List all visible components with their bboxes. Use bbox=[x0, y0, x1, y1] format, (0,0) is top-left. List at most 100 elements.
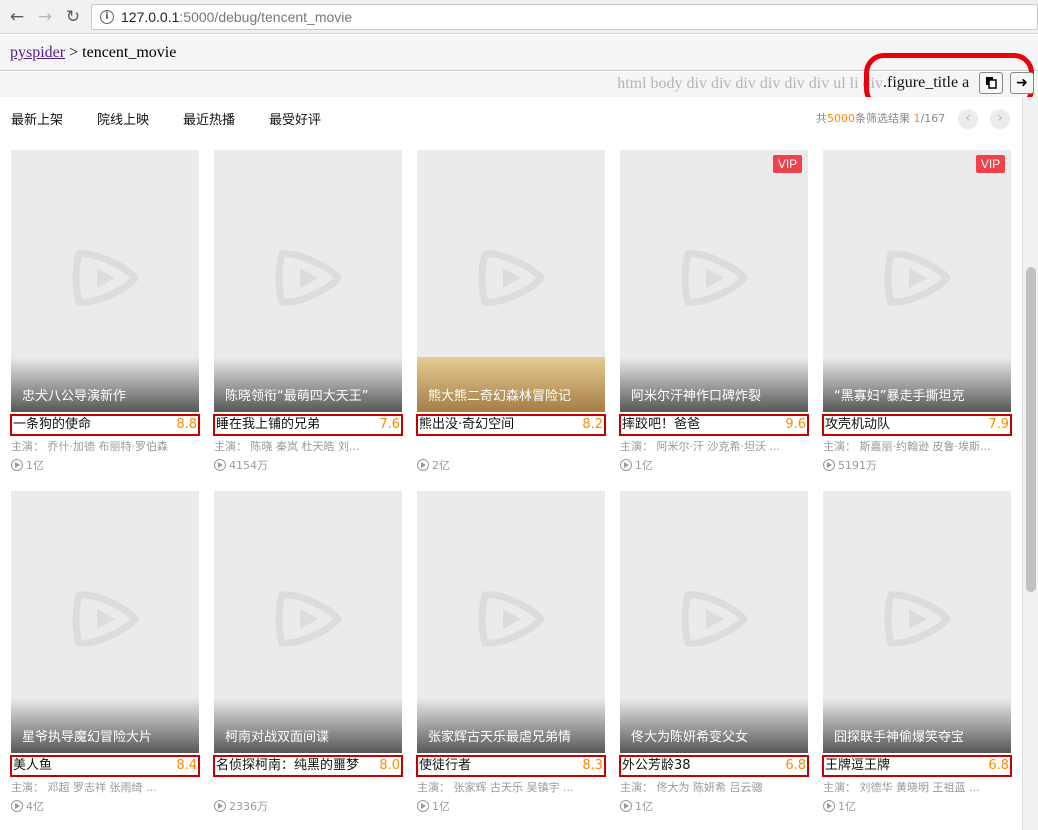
movie-card[interactable]: 忠犬八公导演新作一条狗的使命 8.8 主演： 乔什·加德 布丽特·罗伯森 1亿 bbox=[10, 150, 200, 473]
figure-title[interactable]: 王牌逗王牌 6.8 bbox=[822, 755, 1012, 777]
poster-caption: 囧探联手神偷爆笑夺宝 bbox=[823, 698, 1011, 753]
movie-cast: 主演： 佟大为 陈妍希 吕云骢 bbox=[620, 781, 763, 794]
movie-title[interactable]: 王牌逗王牌 bbox=[825, 758, 890, 773]
chevron-right-icon: › bbox=[997, 110, 1003, 126]
vip-badge: VIP bbox=[976, 155, 1005, 173]
poster-caption: 星爷执导魔幻冒险大片 bbox=[11, 698, 199, 753]
tab-in-theaters[interactable]: 院线上映 bbox=[97, 109, 149, 128]
figure-title[interactable]: 睡在我上铺的兄弟 7.6 bbox=[213, 414, 403, 436]
movie-score: 7.9 bbox=[988, 417, 1009, 432]
info-icon[interactable]: i bbox=[100, 10, 114, 24]
figure-title[interactable]: 美人鱼 8.4 bbox=[10, 755, 200, 777]
movie-title[interactable]: 使徒行者 bbox=[419, 758, 471, 773]
play-circle-icon bbox=[417, 459, 429, 471]
movie-score: 6.8 bbox=[988, 758, 1009, 773]
movie-title[interactable]: 熊出没·奇幻空间 bbox=[419, 417, 514, 432]
play-circle-icon bbox=[823, 459, 835, 471]
copy-icon bbox=[986, 77, 997, 89]
play-count: 1亿 bbox=[11, 457, 199, 473]
movie-score: 8.3 bbox=[582, 758, 603, 773]
back-arrow-icon[interactable]: ← bbox=[6, 6, 28, 28]
tencent-video-logo-icon bbox=[884, 591, 951, 647]
movie-title[interactable]: 名侦探柯南：纯黑的噩梦 bbox=[216, 758, 359, 773]
movie-cast: 主演： 邓超 罗志祥 张雨绮 ... bbox=[11, 781, 157, 794]
movie-card[interactable]: VIP “黑寡妇”暴走手撕坦克攻壳机动队 7.9 主演： 斯嘉丽·约翰逊 皮鲁·埃斯.… bbox=[822, 150, 1012, 473]
play-circle-icon bbox=[823, 800, 835, 812]
movie-poster[interactable]: 张家辉古天乐最虐兄弟情 bbox=[417, 491, 605, 753]
figure-title[interactable]: 熊出没·奇幻空间 8.2 bbox=[416, 414, 606, 436]
movie-title[interactable]: 攻壳机动队 bbox=[825, 417, 890, 432]
movie-card[interactable]: 佟大为陈妍希变父女 外公芳龄38 6.8 主演： 佟大为 陈妍希 吕云骢 1亿 bbox=[619, 491, 809, 814]
css-selector-text[interactable]: .figure_title a bbox=[883, 74, 969, 92]
play-count: 1亿 bbox=[823, 798, 1011, 814]
movie-poster[interactable]: VIP “黑寡妇”暴走手撕坦克 bbox=[823, 150, 1011, 412]
movie-card[interactable]: 囧探联手神偷爆笑夺宝 王牌逗王牌 6.8 主演： 刘德华 黄晓明 王祖蓝 ... 1亿 bbox=[822, 491, 1012, 814]
result-count: 共5000条筛选结果 1/167 bbox=[816, 112, 946, 125]
movie-score: 8.4 bbox=[176, 758, 197, 773]
figure-title[interactable]: 名侦探柯南：纯黑的噩梦 8.0 bbox=[213, 755, 403, 777]
reload-icon[interactable]: ↻ bbox=[62, 6, 84, 28]
movie-title[interactable]: 外公芳龄38 bbox=[622, 758, 691, 773]
movie-poster[interactable]: 熊大熊二奇幻森林冒险记 bbox=[417, 150, 605, 412]
figure-title[interactable]: 攻壳机动队 7.9 bbox=[822, 414, 1012, 436]
movie-poster[interactable]: 陈晓领衔“最萌四大天王” bbox=[214, 150, 402, 412]
poster-caption: 忠犬八公导演新作 bbox=[11, 357, 199, 412]
movie-poster[interactable]: 囧探联手神偷爆笑夺宝 bbox=[823, 491, 1011, 753]
tab-top-rated[interactable]: 最受好评 bbox=[269, 109, 321, 128]
movie-title[interactable]: 一条狗的使命 bbox=[13, 417, 91, 432]
tencent-video-logo-icon bbox=[72, 250, 139, 306]
play-circle-icon bbox=[620, 800, 632, 812]
movie-poster[interactable]: 佟大为陈妍希变父女 bbox=[620, 491, 808, 753]
figure-title[interactable]: 外公芳龄38 6.8 bbox=[619, 755, 809, 777]
figure-title[interactable]: 一条狗的使命 8.8 bbox=[10, 414, 200, 436]
play-circle-icon bbox=[620, 459, 632, 471]
play-count: 1亿 bbox=[620, 798, 808, 814]
insert-selector-button[interactable]: ➜ bbox=[1010, 72, 1034, 94]
forward-arrow-icon[interactable]: → bbox=[34, 6, 56, 28]
movie-cast: 主演： 陈晓 秦岚 杜天皓 刘... bbox=[214, 440, 360, 453]
tab-trending[interactable]: 最近热播 bbox=[183, 109, 235, 128]
address-bar[interactable]: i 127.0.0.1:5000/debug/tencent_movie bbox=[91, 4, 1038, 30]
scrollbar-thumb[interactable] bbox=[1026, 267, 1036, 592]
poster-caption: 熊大熊二奇幻森林冒险记 bbox=[417, 357, 605, 412]
project-list-link[interactable]: pyspider bbox=[10, 44, 65, 61]
movie-title[interactable]: 摔跤吧！爸爸 bbox=[622, 417, 700, 432]
browser-toolbar: ← → ↻ i 127.0.0.1:5000/debug/tencent_mov… bbox=[0, 0, 1038, 34]
movie-cast: 主演： 乔什·加德 布丽特·罗伯森 bbox=[11, 440, 168, 453]
prev-page-button[interactable]: ‹ bbox=[958, 109, 978, 129]
movie-cast: 主演： 阿米尔·汗 沙克希·坦沃 ... bbox=[620, 440, 780, 453]
movie-poster[interactable]: 柯南对战双面间谍 bbox=[214, 491, 402, 753]
movie-card[interactable]: 陈晓领衔“最萌四大天王” 睡在我上铺的兄弟 7.6 主演： 陈晓 秦岚 杜天皓 刘..… bbox=[213, 150, 403, 473]
poster-caption: “黑寡妇”暴走手撕坦克 bbox=[823, 357, 1011, 412]
movie-card[interactable]: 熊大熊二奇幻森林冒险记 熊出没·奇幻空间 8.2 2亿 bbox=[416, 150, 606, 473]
movie-title[interactable]: 睡在我上铺的兄弟 bbox=[216, 417, 320, 432]
tencent-video-logo-icon bbox=[478, 591, 545, 647]
movie-title[interactable]: 美人鱼 bbox=[13, 758, 52, 773]
url-text: 127.0.0.1:5000/debug/tencent_movie bbox=[121, 9, 353, 25]
movie-card[interactable]: 柯南对战双面间谍 名侦探柯南：纯黑的噩梦 8.0 2336万 bbox=[213, 491, 403, 814]
movie-score: 8.8 bbox=[176, 417, 197, 432]
copy-selector-button[interactable] bbox=[979, 72, 1003, 94]
tab-newest[interactable]: 最新上架 bbox=[11, 109, 63, 128]
movie-cast bbox=[417, 438, 605, 453]
scrollbar[interactable] bbox=[1022, 97, 1038, 830]
play-count: 4154万 bbox=[214, 457, 402, 473]
play-count: 5191万 bbox=[823, 457, 1011, 473]
movie-card[interactable]: VIP 阿米尔汗神作口碑炸裂 摔跤吧！爸爸 9.6 主演： 阿米尔·汗 沙克希·坦沃 .… bbox=[619, 150, 809, 473]
play-count: 4亿 bbox=[11, 798, 199, 814]
figure-title[interactable]: 使徒行者 8.3 bbox=[416, 755, 606, 777]
next-page-button[interactable]: › bbox=[990, 109, 1010, 129]
figure-title[interactable]: 摔跤吧！爸爸 9.6 bbox=[619, 414, 809, 436]
movie-card[interactable]: 星爷执导魔幻冒险大片美人鱼 8.4 主演： 邓超 罗志祥 张雨绮 ... 4亿 bbox=[10, 491, 200, 814]
movie-card[interactable]: 张家辉古天乐最虐兄弟情 使徒行者 8.3 主演： 张家辉 古天乐 吴镇宇 ... 1亿 bbox=[416, 491, 606, 814]
movie-score: 8.2 bbox=[582, 417, 603, 432]
movie-cast: 主演： 斯嘉丽·约翰逊 皮鲁·埃斯... bbox=[823, 440, 991, 453]
arrow-right-icon: ➜ bbox=[1016, 75, 1028, 91]
movie-poster[interactable]: VIP 阿米尔汗神作口碑炸裂 bbox=[620, 150, 808, 412]
play-count: 2336万 bbox=[214, 798, 402, 814]
movie-poster[interactable]: 忠犬八公导演新作 bbox=[11, 150, 199, 412]
project-name: tencent_movie bbox=[82, 44, 177, 61]
movie-poster[interactable]: 星爷执导魔幻冒险大片 bbox=[11, 491, 199, 753]
element-path[interactable]: html body div div div div div div ul li … bbox=[617, 75, 883, 93]
poster-caption: 陈晓领衔“最萌四大天王” bbox=[214, 357, 402, 412]
